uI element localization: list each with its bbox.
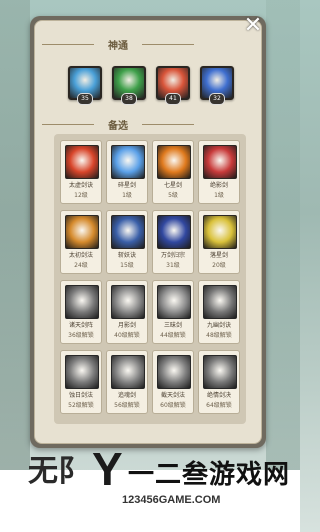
skill-name: 绝影剑 <box>209 182 228 189</box>
nether-icon <box>203 285 237 319</box>
close-button[interactable]: ✕ <box>242 15 264 37</box>
fire-spear-icon <box>65 145 99 179</box>
beixuan-title: 备选 <box>108 121 128 132</box>
sword-array-icon <box>65 285 99 319</box>
shadow-sword-icon <box>203 145 237 179</box>
banner-left-text: 无阝 <box>28 455 88 488</box>
moon-shadow-icon <box>111 285 145 319</box>
skill-name: 追魂剑 <box>117 392 136 399</box>
skill-card[interactable]: 追魂剑 56级解锁 <box>106 350 148 414</box>
skill-card[interactable]: 太初剑法 24级 <box>60 210 102 274</box>
skill-card[interactable]: 月影剑 40级解锁 <box>106 280 148 344</box>
shentong-header: 神通 <box>28 37 208 53</box>
eclipse-icon <box>65 355 99 389</box>
header-divider-left <box>42 44 94 45</box>
skill-name: 诸天剑阵 <box>68 322 93 329</box>
skill-name: 绝情剑决 <box>206 392 231 399</box>
header-divider-right <box>142 44 194 45</box>
header-divider-left <box>42 124 94 125</box>
skill-card[interactable]: 蚀日剑法 52级解锁 <box>60 350 102 414</box>
skill-card[interactable]: 太虚剑诀 12级 <box>60 140 102 204</box>
skill-level: 5级 <box>168 192 178 199</box>
skill-level: 48级解锁 <box>206 332 232 339</box>
skill-card[interactable]: 落星剑 20级 <box>198 210 240 274</box>
skill-level: 1级 <box>122 192 132 199</box>
banner-logo-y: Y <box>92 443 123 495</box>
soul-chase-icon <box>111 355 145 389</box>
background-left <box>0 0 30 470</box>
level-badge: 35 <box>77 93 93 105</box>
skill-level: 40级解锁 <box>114 332 140 339</box>
level-badge: 32 <box>209 93 225 105</box>
skill-level: 1级 <box>214 192 224 199</box>
level-badge: 41 <box>165 93 181 105</box>
shentong-title: 神通 <box>108 41 128 52</box>
primordial-icon <box>65 215 99 249</box>
skill-card[interactable]: 斩妖诀 15级 <box>106 210 148 274</box>
skill-name: 万剑归宗 <box>160 252 185 259</box>
skill-level: 31级 <box>166 262 180 269</box>
skill-level: 44级解锁 <box>160 332 186 339</box>
skill-card[interactable]: 截天剑法 60级解锁 <box>152 350 194 414</box>
myriad-sword-icon <box>157 215 191 249</box>
triple-sword-icon[interactable]: 32 <box>200 66 234 105</box>
wind-sword-icon[interactable]: 35 <box>68 66 102 105</box>
skill-card[interactable]: 碎星剑 1级 <box>106 140 148 204</box>
skill-card[interactable]: 绝情剑决 64级解锁 <box>198 350 240 414</box>
banner-url: 123456GAME.COM <box>122 494 221 506</box>
skill-card[interactable]: 三昧剑 44级解锁 <box>152 280 194 344</box>
skill-card[interactable]: 诸天剑阵 36级解锁 <box>60 280 102 344</box>
skill-level: 36级解锁 <box>68 332 94 339</box>
skill-level: 20级 <box>212 262 226 269</box>
skill-level: 24级 <box>74 262 88 269</box>
skill-name: 斩妖诀 <box>117 252 136 259</box>
seven-star-icon <box>157 145 191 179</box>
heartless-icon <box>203 355 237 389</box>
skill-card[interactable]: 九幽剑诀 48级解锁 <box>198 280 240 344</box>
skill-name: 九幽剑诀 <box>206 322 231 329</box>
leaf-sword-icon[interactable]: 38 <box>112 66 146 105</box>
skill-level: 64级解锁 <box>206 402 232 409</box>
skill-name: 落星剑 <box>209 252 228 259</box>
watermark-banner: 无阝 Y 一二叁游戏网 123456GAME.COM <box>0 443 300 532</box>
background-right <box>266 0 300 470</box>
skill-name: 碎星剑 <box>117 182 136 189</box>
skill-level: 56级解锁 <box>114 402 140 409</box>
header-divider-right <box>142 124 194 125</box>
skill-level: 15级 <box>120 262 134 269</box>
skill-level: 52级解锁 <box>68 402 94 409</box>
skill-name: 月影剑 <box>117 322 136 329</box>
skill-name: 三昧剑 <box>163 322 182 329</box>
skill-card[interactable]: 七星剑 5级 <box>152 140 194 204</box>
skill-card[interactable]: 绝影剑 1级 <box>198 140 240 204</box>
level-badge: 38 <box>121 93 137 105</box>
skill-level: 60级解锁 <box>160 402 186 409</box>
skill-name: 蚀日剑法 <box>68 392 93 399</box>
skill-card[interactable]: 万剑归宗 31级 <box>152 210 194 274</box>
banner-title: 一二叁游戏网 <box>128 459 291 489</box>
beixuan-header: 备选 <box>28 117 208 133</box>
demon-slay-icon <box>111 215 145 249</box>
shatter-star-icon <box>111 145 145 179</box>
heaven-cut-icon <box>157 355 191 389</box>
skill-name: 太初剑法 <box>68 252 93 259</box>
skill-name: 太虚剑诀 <box>68 182 93 189</box>
skill-grid: 太虚剑诀 12级 碎星剑 1级 七星剑 5级 绝影剑 1级太初剑法 24级 斩妖诀 15级 万剑归宗 3… <box>54 134 246 424</box>
skill-name: 截天剑法 <box>160 392 185 399</box>
samadhi-icon <box>157 285 191 319</box>
flame-sword-icon[interactable]: 41 <box>156 66 190 105</box>
skill-level: 12级 <box>74 192 88 199</box>
falling-star-icon <box>203 215 237 249</box>
skill-name: 七星剑 <box>163 182 182 189</box>
